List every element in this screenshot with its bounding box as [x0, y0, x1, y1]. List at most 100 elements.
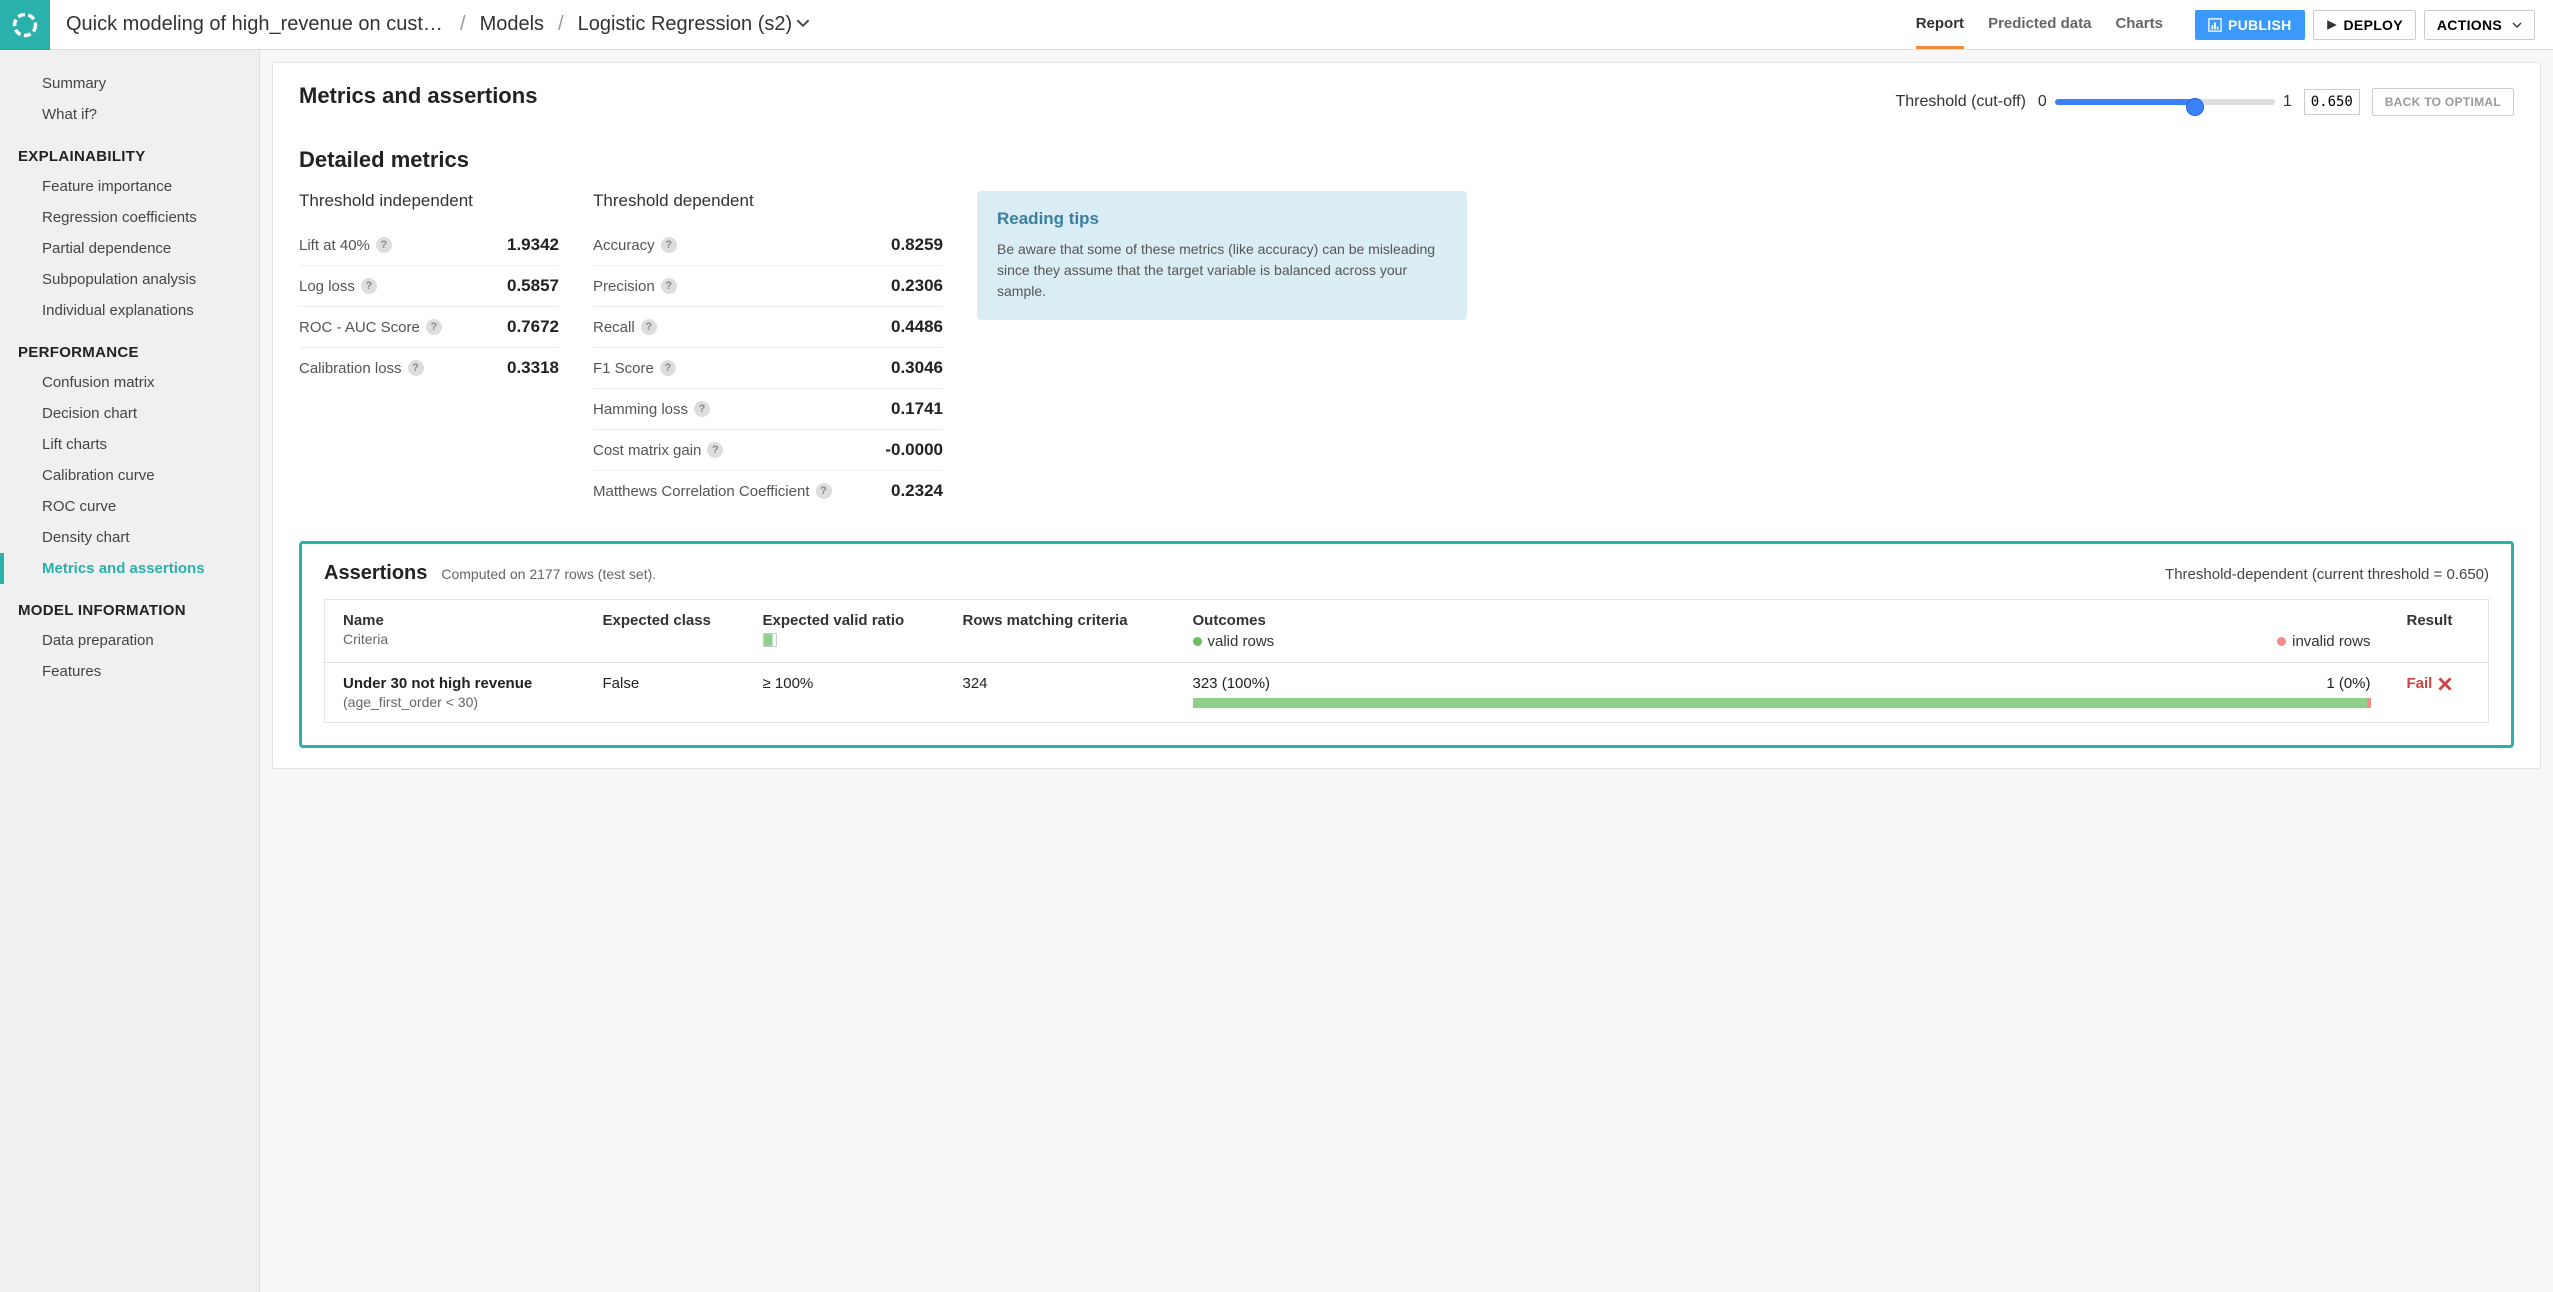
metric-label: Matthews Correlation Coefficient: [593, 483, 810, 500]
help-icon[interactable]: ?: [426, 319, 442, 335]
sidebar-item-decision-chart[interactable]: Decision chart: [0, 398, 259, 429]
assertions-title: Assertions: [324, 562, 427, 585]
help-icon[interactable]: ?: [816, 483, 832, 499]
metric-value: 0.3046: [891, 358, 943, 378]
sidebar-item-whatif[interactable]: What if?: [0, 99, 259, 130]
expected-class-cell: False: [585, 663, 745, 723]
help-icon[interactable]: ?: [694, 401, 710, 417]
metric-row: Recall? 0.4486: [593, 307, 943, 348]
top-tabs: Report Predicted data Charts: [1916, 1, 2163, 49]
metric-value: 0.8259: [891, 235, 943, 255]
chevron-down-icon[interactable]: [796, 16, 810, 30]
col-name: Name Criteria: [325, 600, 585, 663]
invalid-dot-icon: [2277, 637, 2286, 646]
metric-value: 0.5857: [507, 276, 559, 296]
col-title-independent: Threshold independent: [299, 191, 559, 211]
sidebar-heading-performance: PERFORMANCE: [0, 326, 259, 367]
metric-label: Accuracy: [593, 237, 655, 254]
table-row: Under 30 not high revenue (age_first_ord…: [325, 663, 2489, 723]
detailed-metrics-title: Detailed metrics: [299, 147, 2514, 173]
actions-button[interactable]: ACTIONS: [2424, 10, 2535, 40]
deploy-button[interactable]: DEPLOY: [2313, 10, 2416, 40]
threshold-slider[interactable]: [2055, 99, 2275, 105]
col-result: Result: [2389, 600, 2489, 663]
outcomes-bar: [1193, 698, 2371, 708]
sidebar-item-features[interactable]: Features: [0, 656, 259, 687]
metric-value: 0.2306: [891, 276, 943, 296]
close-icon: [2438, 677, 2452, 691]
sidebar-item-density-chart[interactable]: Density chart: [0, 522, 259, 553]
metric-row: Precision? 0.2306: [593, 266, 943, 307]
help-icon[interactable]: ?: [376, 237, 392, 253]
tab-report[interactable]: Report: [1916, 1, 1964, 49]
metric-row: Lift at 40%?1.9342: [299, 225, 559, 266]
sidebar-item-feature-importance[interactable]: Feature importance: [0, 171, 259, 202]
tab-charts[interactable]: Charts: [2115, 1, 2163, 49]
sidebar-item-regression-coeff[interactable]: Regression coefficients: [0, 202, 259, 233]
metric-row: F1 Score?0.3046: [593, 348, 943, 389]
app-logo[interactable]: [0, 0, 50, 50]
metric-label: Log loss: [299, 278, 355, 295]
dataiku-logo-icon: [11, 11, 39, 39]
sidebar-item-lift-charts[interactable]: Lift charts: [0, 429, 259, 460]
publish-icon: [2208, 18, 2222, 32]
metric-row: Log loss? 0.5857: [299, 266, 559, 307]
layout: Summary What if? EXPLAINABILITY Feature …: [0, 50, 2553, 1292]
help-icon[interactable]: ?: [641, 319, 657, 335]
slider-max: 1: [2283, 93, 2292, 111]
sidebar-item-data-preparation[interactable]: Data preparation: [0, 625, 259, 656]
threshold-label: Threshold (cut-off): [1895, 93, 2025, 111]
sidebar-item-confusion-matrix[interactable]: Confusion matrix: [0, 367, 259, 398]
sidebar-item-calibration-curve[interactable]: Calibration curve: [0, 460, 259, 491]
valid-dot-icon: [1193, 637, 1202, 646]
assertions-computed: Computed on 2177 rows (test set).: [441, 566, 656, 582]
metric-label: ROC - AUC Score: [299, 319, 420, 336]
sidebar-item-partial-dependence[interactable]: Partial dependence: [0, 233, 259, 264]
reading-tips-box: Reading tips Be aware that some of these…: [977, 191, 1467, 320]
metric-row: Cost matrix gain?-0.0000: [593, 430, 943, 471]
reading-tips-body: Be aware that some of these metrics (lik…: [997, 239, 1447, 302]
metric-row: Hamming loss?0.1741: [593, 389, 943, 430]
sidebar-item-metrics-assertions[interactable]: Metrics and assertions: [0, 553, 259, 584]
help-icon[interactable]: ?: [408, 360, 424, 376]
col-title-dependent: Threshold dependent: [593, 191, 943, 211]
sidebar-item-summary[interactable]: Summary: [0, 68, 259, 99]
back-to-optimal-button[interactable]: BACK TO OPTIMAL: [2372, 88, 2514, 116]
assertions-section: Assertions Computed on 2177 rows (test s…: [299, 541, 2514, 748]
metric-value: 0.1741: [891, 399, 943, 419]
sidebar-item-subpop-analysis[interactable]: Subpopulation analysis: [0, 264, 259, 295]
sidebar-item-individual-explanations[interactable]: Individual explanations: [0, 295, 259, 326]
metric-label: Recall: [593, 319, 635, 336]
sidebar-item-roc-curve[interactable]: ROC curve: [0, 491, 259, 522]
col-outcomes: Outcomes valid rows invalid rows: [1175, 600, 2389, 663]
threshold-input[interactable]: [2304, 89, 2360, 115]
result-cell: Fail: [2389, 663, 2489, 723]
breadcrumb-project[interactable]: Quick modeling of high_revenue on custo…: [66, 13, 446, 36]
help-icon[interactable]: ?: [661, 278, 677, 294]
breadcrumb: Quick modeling of high_revenue on custo……: [50, 13, 826, 36]
help-icon[interactable]: ?: [361, 278, 377, 294]
metric-value: 0.7672: [507, 317, 559, 337]
metric-value: 0.4486: [891, 317, 943, 337]
breadcrumb-model[interactable]: Logistic Regression (s2): [578, 13, 811, 36]
tab-predicted-data[interactable]: Predicted data: [1988, 1, 2091, 49]
metric-label: Lift at 40%: [299, 237, 370, 254]
help-icon[interactable]: ?: [707, 442, 723, 458]
breadcrumb-models[interactable]: Models: [480, 13, 544, 36]
col-rows-matching: Rows matching criteria: [945, 600, 1175, 663]
metrics-columns: Threshold independent Lift at 40%?1.9342…: [299, 191, 2514, 511]
publish-button[interactable]: PUBLISH: [2195, 10, 2305, 40]
help-icon[interactable]: ?: [661, 237, 677, 253]
sidebar-heading-model-info: MODEL INFORMATION: [0, 584, 259, 625]
play-icon: [2326, 19, 2338, 31]
separator: /: [558, 13, 564, 36]
col-expected-class: Expected class: [585, 600, 745, 663]
metric-row: Accuracy? 0.8259: [593, 225, 943, 266]
metric-label: Precision: [593, 278, 655, 295]
reading-tips-title: Reading tips: [997, 209, 1447, 229]
ratio-icon: [763, 633, 777, 647]
rows-matching-cell: 324: [945, 663, 1175, 723]
separator: /: [460, 13, 466, 36]
help-icon[interactable]: ?: [660, 360, 676, 376]
metric-value: 0.3318: [507, 358, 559, 378]
